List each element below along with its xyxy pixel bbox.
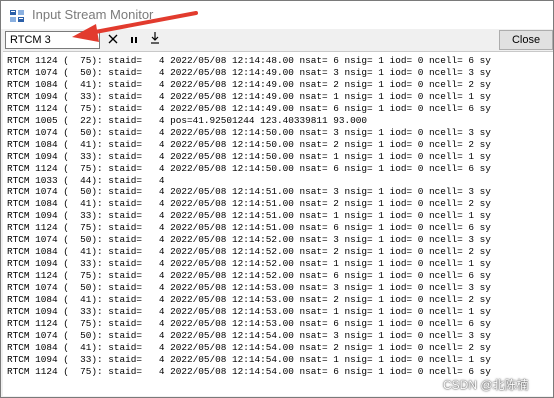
pause-button[interactable]: [124, 30, 144, 50]
log-line: RTCM 1094 ( 33): staid= 4 2022/05/08 12:…: [7, 258, 491, 270]
log-output-area[interactable]: RTCM 1124 ( 75): staid= 4 2022/05/08 12:…: [3, 51, 553, 396]
log-line: RTCM 1124 ( 75): staid= 4 2022/05/08 12:…: [7, 222, 491, 234]
log-line: RTCM 1074 ( 50): staid= 4 2022/05/08 12:…: [7, 126, 491, 138]
clear-button[interactable]: [103, 30, 123, 50]
log-line: RTCM 1094 ( 33): staid= 4 2022/05/08 12:…: [7, 210, 491, 222]
log-line: RTCM 1084 ( 41): staid= 4 2022/05/08 12:…: [7, 138, 491, 150]
log-line: RTCM 1033 ( 44): staid= 4: [7, 174, 165, 186]
log-line: RTCM 1084 ( 41): staid= 4 2022/05/08 12:…: [7, 341, 491, 353]
app-stream-icon: [9, 8, 25, 24]
log-line: RTCM 1094 ( 33): staid= 4 2022/05/08 12:…: [7, 150, 491, 162]
log-line: RTCM 1074 ( 50): staid= 4 2022/05/08 12:…: [7, 234, 491, 246]
toolbar: RTCM 3 Close: [1, 29, 553, 51]
log-line: RTCM 1124 ( 75): staid= 4 2022/05/08 12:…: [7, 365, 491, 377]
log-line: RTCM 1074 ( 50): staid= 4 2022/05/08 12:…: [7, 186, 491, 198]
log-line: RTCM 1084 ( 41): staid= 4 2022/05/08 12:…: [7, 78, 491, 90]
log-line: RTCM 1124 ( 75): staid= 4 2022/05/08 12:…: [7, 162, 491, 174]
scroll-to-bottom-icon: [150, 31, 160, 49]
close-x-icon: [108, 31, 118, 49]
scroll-to-bottom-button[interactable]: [145, 30, 165, 50]
log-line: RTCM 1084 ( 41): staid= 4 2022/05/08 12:…: [7, 198, 491, 210]
stream-type-select[interactable]: RTCM 3: [5, 31, 100, 49]
pause-icon: [130, 31, 138, 49]
title-bar: Input Stream Monitor: [1, 1, 553, 29]
watermark: CSDN @北陈楠: [443, 378, 529, 392]
window-title: Input Stream Monitor: [32, 7, 154, 22]
log-line: RTCM 1084 ( 41): staid= 4 2022/05/08 12:…: [7, 246, 491, 258]
log-line: RTCM 1005 ( 22): staid= 4 pos=41.9250124…: [7, 114, 368, 126]
log-text: RTCM 1124 ( 75): staid= 4 2022/05/08 12:…: [7, 55, 491, 378]
log-line: RTCM 1094 ( 33): staid= 4 2022/05/08 12:…: [7, 90, 491, 102]
log-line: RTCM 1124 ( 75): staid= 4 2022/05/08 12:…: [7, 270, 491, 282]
log-line: RTCM 1124 ( 75): staid= 4 2022/05/08 12:…: [7, 102, 491, 114]
log-line: RTCM 1094 ( 33): staid= 4 2022/05/08 12:…: [7, 353, 491, 365]
log-line: RTCM 1124 ( 75): staid= 4 2022/05/08 12:…: [7, 55, 491, 66]
log-line: RTCM 1084 ( 41): staid= 4 2022/05/08 12:…: [7, 294, 491, 306]
log-line: RTCM 1094 ( 33): staid= 4 2022/05/08 12:…: [7, 306, 491, 318]
log-line: RTCM 1074 ( 50): staid= 4 2022/05/08 12:…: [7, 282, 491, 294]
input-stream-monitor-window: Input Stream Monitor RTCM 3 Close RTCM 1…: [0, 0, 554, 398]
log-line: RTCM 1124 ( 75): staid= 4 2022/05/08 12:…: [7, 317, 491, 329]
log-line: RTCM 1074 ( 50): staid= 4 2022/05/08 12:…: [7, 329, 491, 341]
close-button[interactable]: Close: [499, 30, 553, 50]
log-line: RTCM 1074 ( 50): staid= 4 2022/05/08 12:…: [7, 66, 491, 78]
